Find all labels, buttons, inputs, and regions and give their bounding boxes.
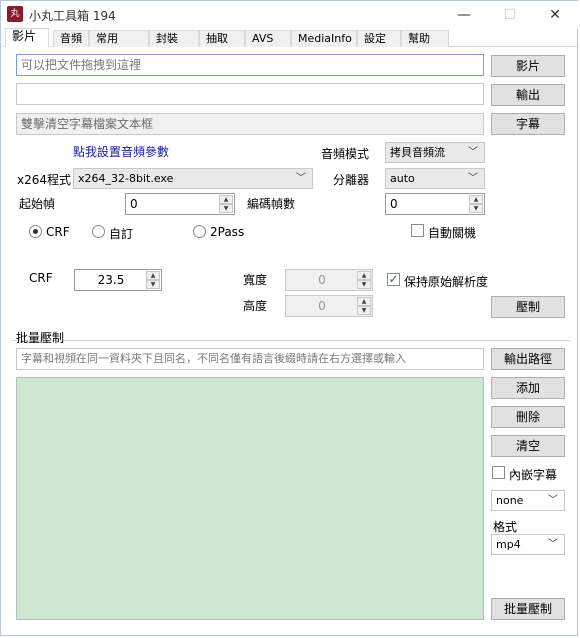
video-tab-panel: 可以把文件拖拽到這裡 影片 輸出 雙擊清空字幕檔案文本框 字幕 點我設置音頻參數… — [3, 47, 577, 635]
batch-hint-field[interactable]: 字幕和視頻在同一資料夾下且同名，不同名僅有語言後綴時請在右方選擇或輸入 — [16, 348, 484, 370]
spin-down-icon: ▼ — [357, 280, 371, 289]
tab-audio[interactable]: 音頻 — [53, 30, 89, 47]
chevron-down-icon: ﹀ — [468, 173, 478, 184]
height-spinner[interactable]: 0 ▲ ▼ — [285, 295, 373, 317]
width-spinner[interactable]: 0 ▲ ▼ — [285, 269, 373, 291]
app-window: 丸 小丸工具箱 194 — ☐ ✕ 影片 音頻 常用 封裝 抽取 AVS Med… — [0, 0, 579, 636]
x264-label: x264程式 — [17, 173, 72, 187]
mode-custom-radio[interactable] — [92, 225, 105, 238]
format-label: 格式 — [493, 520, 518, 534]
auto-shutdown-checkbox[interactable] — [411, 224, 424, 237]
start-frame-spinner[interactable]: 0 ▲ ▼ — [125, 193, 235, 215]
width-value: 0 — [318, 273, 326, 287]
audio-param-link[interactable]: 點我設置音頻參數 — [73, 143, 169, 160]
video-browse-button[interactable]: 影片 — [491, 55, 565, 77]
output-field[interactable] — [16, 83, 484, 105]
maximize-button: ☐ — [503, 7, 517, 23]
subtitle-language-select[interactable]: none ﹀ — [491, 490, 565, 511]
chevron-down-icon: ﹀ — [468, 147, 478, 158]
subtitle-language-value: none — [496, 494, 524, 507]
spin-down-icon: ▼ — [357, 306, 371, 315]
title-bar: 丸 小丸工具箱 194 — ☐ ✕ — [1, 1, 579, 29]
tab-mediainfo[interactable]: MediaInfo — [291, 30, 357, 47]
crf-label: CRF — [29, 271, 53, 285]
spin-down-icon: ▼ — [219, 204, 233, 213]
keep-resolution-label: 保持原始解析度 — [404, 275, 489, 289]
spin-up-icon: ▲ — [146, 271, 160, 280]
tab-bar: 影片 音頻 常用 封裝 抽取 AVS MediaInfo 設定 幫助 — [3, 28, 577, 48]
batch-section-label: 批量壓制 — [16, 331, 65, 345]
splitter-value: auto — [390, 172, 415, 185]
spin-up-icon: ▲ — [219, 195, 233, 204]
batch-file-list[interactable] — [16, 377, 484, 620]
auto-shutdown-label: 自動關機 — [428, 226, 477, 240]
embed-subtitle-checkbox[interactable] — [492, 466, 505, 479]
spin-up-icon: ▲ — [357, 297, 371, 306]
subtitle-browse-button[interactable]: 字幕 — [491, 113, 565, 135]
spin-down-icon: ▼ — [146, 280, 160, 289]
tab-help[interactable]: 幫助 — [401, 30, 449, 47]
chevron-down-icon: ﹀ — [296, 173, 306, 184]
minimize-button[interactable]: — — [441, 1, 487, 29]
spinner-buttons[interactable]: ▲ ▼ — [357, 297, 371, 315]
height-value: 0 — [318, 299, 326, 313]
tab-video[interactable]: 影片 — [5, 28, 49, 48]
subtitle-input-field[interactable]: 雙擊清空字幕檔案文本框 — [16, 113, 484, 135]
height-label: 高度 — [243, 299, 268, 313]
batch-encode-button[interactable]: 批量壓制 — [491, 598, 565, 620]
encode-frames-label: 編碼幀數 — [247, 197, 296, 211]
x264-value: x264_32-8bit.exe — [78, 172, 174, 185]
spinner-buttons[interactable]: ▲ ▼ — [469, 195, 483, 213]
audio-mode-label: 音頻模式 — [321, 147, 370, 161]
tab-settings[interactable]: 設定 — [357, 30, 401, 47]
keep-resolution-checkbox[interactable]: ✓ — [387, 273, 400, 286]
audio-mode-value: 拷貝音頻流 — [390, 146, 445, 159]
add-button[interactable]: 添加 — [491, 377, 565, 399]
output-path-button[interactable]: 輸出路徑 — [491, 348, 565, 370]
spinner-buttons[interactable]: ▲ ▼ — [357, 271, 371, 289]
embed-subtitle-label: 內嵌字幕 — [509, 468, 558, 482]
audio-mode-select[interactable]: 拷貝音頻流 ﹀ — [385, 142, 485, 163]
spinner-buttons[interactable]: ▲ ▼ — [146, 271, 160, 289]
start-frame-label: 起始幀 — [19, 197, 56, 211]
tab-common[interactable]: 常用 — [89, 30, 149, 47]
splitter-select[interactable]: auto ﹀ — [385, 168, 485, 189]
mode-crf-radio[interactable] — [29, 225, 42, 238]
crf-spinner[interactable]: 23.5 ▲ ▼ — [74, 269, 162, 291]
mode-2pass-label: 2Pass — [210, 225, 245, 239]
tab-mux[interactable]: 封裝 — [149, 30, 199, 47]
encode-frames-value: 0 — [390, 197, 398, 211]
format-select[interactable]: mp4 ﹀ — [491, 534, 565, 555]
output-browse-button[interactable]: 輸出 — [491, 84, 565, 106]
delete-button[interactable]: 刪除 — [491, 406, 565, 428]
x264-select[interactable]: x264_32-8bit.exe ﹀ — [73, 168, 313, 189]
mode-custom-label: 自訂 — [109, 227, 134, 241]
start-frame-value: 0 — [130, 197, 138, 211]
video-input-field[interactable]: 可以把文件拖拽到這裡 — [16, 54, 484, 76]
tab-avs[interactable]: AVS — [245, 30, 291, 47]
spin-up-icon: ▲ — [357, 271, 371, 280]
app-icon: 丸 — [7, 6, 23, 22]
batch-divider — [11, 340, 571, 341]
mode-crf-label: CRF — [46, 225, 70, 239]
encode-button[interactable]: 壓制 — [491, 296, 565, 318]
format-value: mp4 — [496, 538, 521, 551]
spin-down-icon: ▼ — [469, 204, 483, 213]
splitter-label: 分離器 — [333, 173, 370, 187]
chevron-down-icon: ﹀ — [548, 539, 558, 550]
mode-2pass-radio[interactable] — [193, 225, 206, 238]
tab-extract[interactable]: 抽取 — [199, 30, 245, 47]
close-button[interactable]: ✕ — [532, 1, 578, 29]
spin-up-icon: ▲ — [469, 195, 483, 204]
clear-button[interactable]: 清空 — [491, 435, 565, 457]
chevron-down-icon: ﹀ — [548, 495, 558, 506]
encode-frames-spinner[interactable]: 0 ▲ ▼ — [385, 193, 485, 215]
crf-value: 23.5 — [97, 273, 125, 287]
window-title: 小丸工具箱 194 — [29, 9, 116, 23]
spinner-buttons[interactable]: ▲ ▼ — [219, 195, 233, 213]
width-label: 寬度 — [243, 273, 268, 287]
